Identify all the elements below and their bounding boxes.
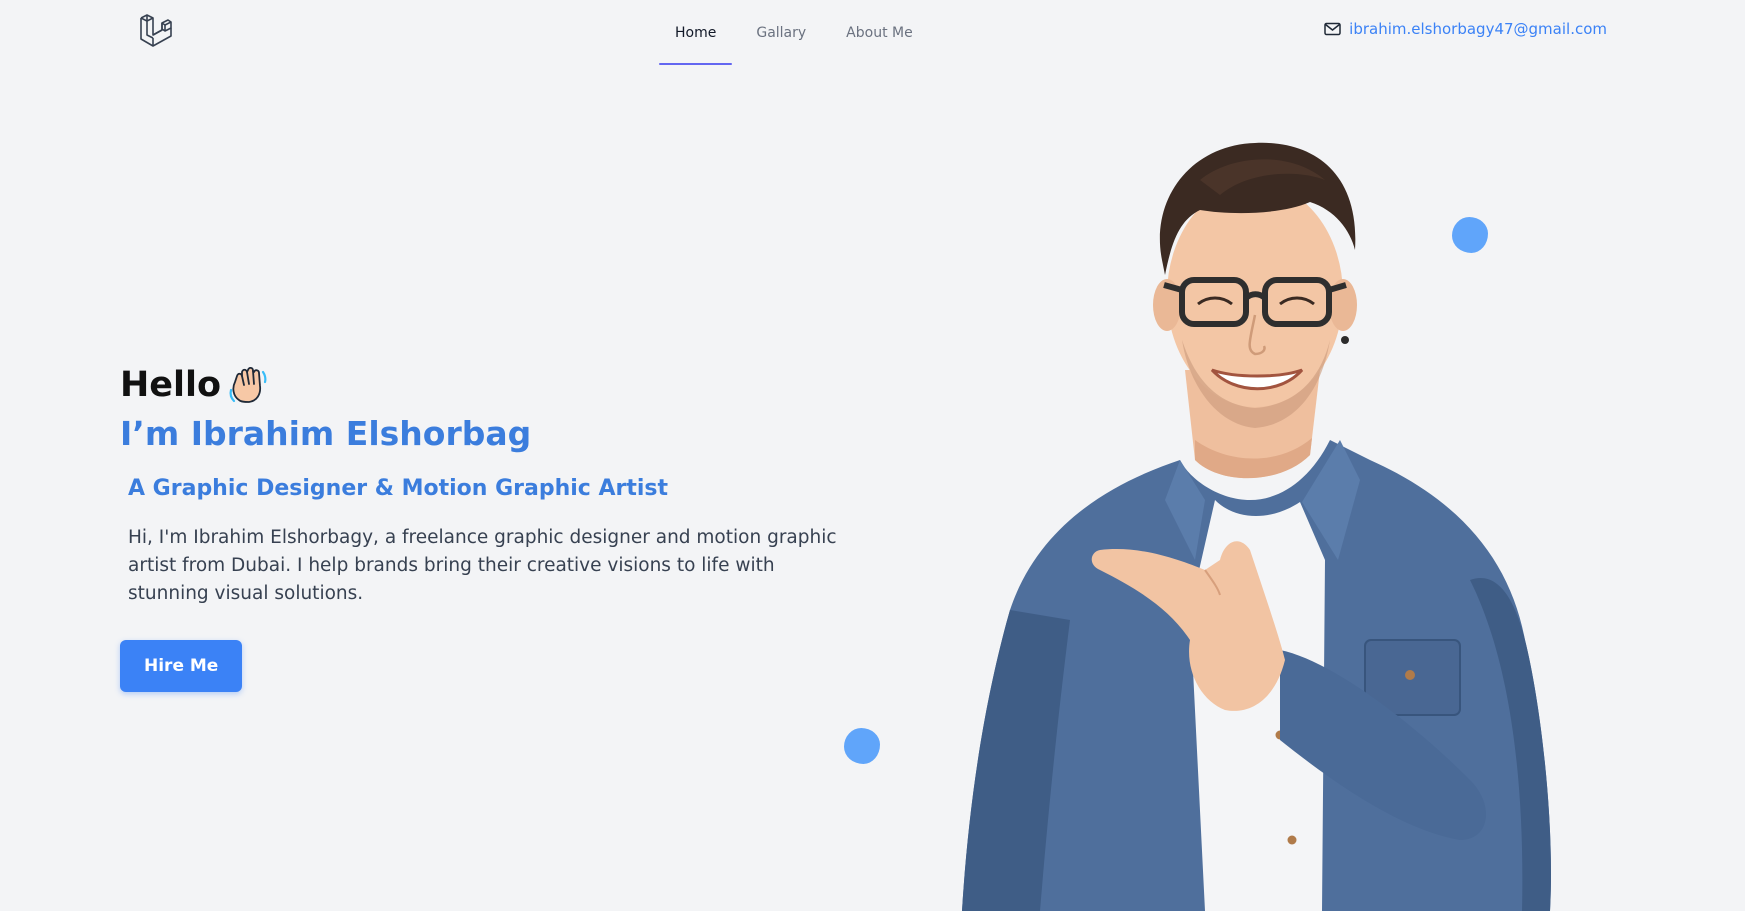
page: Home Gallary About Me ibrahim.elshorbagy… bbox=[0, 0, 1745, 911]
greeting-heading: Hello bbox=[120, 360, 860, 410]
nav-gallery-link[interactable]: Gallary bbox=[736, 0, 826, 66]
hero-name-heading: I’m Ibrahim Elshorbag bbox=[120, 414, 532, 453]
greeting-text: Hello bbox=[120, 365, 222, 405]
hero-section: Hello I’m Ibrahim Elshorbag A Graphic De… bbox=[120, 360, 860, 692]
portrait-image bbox=[962, 142, 1551, 911]
waving-hand-icon bbox=[229, 366, 267, 403]
nav-home-link[interactable]: Home bbox=[655, 0, 736, 66]
nav-about-link[interactable]: About Me bbox=[826, 0, 933, 66]
hero-role-subtitle: A Graphic Designer & Motion Graphic Arti… bbox=[128, 476, 669, 501]
email-text: ibrahim.elshorbagy47@gmail.com bbox=[1349, 20, 1607, 38]
hire-me-button[interactable]: Hire Me bbox=[120, 640, 243, 692]
hero-bio-text: Hi, I'm Ibrahim Elshorbagy, a freelance … bbox=[128, 527, 837, 604]
decorative-blob-bottom bbox=[844, 728, 880, 764]
mail-icon bbox=[1324, 22, 1341, 36]
main-nav: Home Gallary About Me bbox=[655, 0, 933, 66]
laravel-logo-icon[interactable] bbox=[138, 14, 174, 50]
contact-email-link[interactable]: ibrahim.elshorbagy47@gmail.com bbox=[1324, 20, 1607, 38]
